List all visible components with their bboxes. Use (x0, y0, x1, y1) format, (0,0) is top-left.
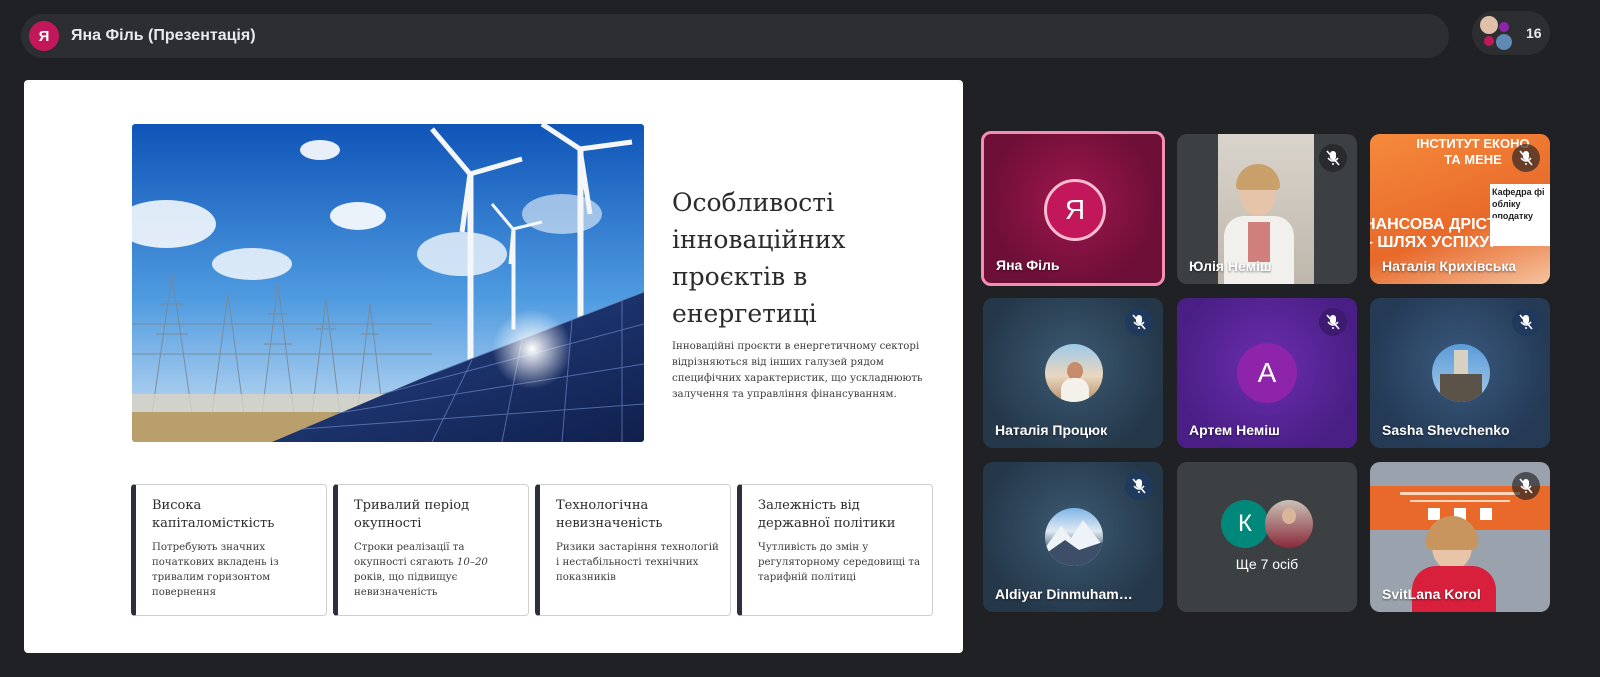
participant-name: Наталія Крихівська (1382, 258, 1517, 274)
card-text: Строки реалізації та окупності сягають 1… (354, 542, 488, 598)
participant-name: Sasha Shevchenko (1382, 422, 1510, 438)
mic-off-icon (1125, 308, 1153, 336)
mic-off-icon (1125, 472, 1153, 500)
slide-title: Особливості інноваційних проєктів в енер… (672, 188, 846, 328)
avatar: А (1237, 343, 1297, 403)
participant-tile-aldiyar[interactable]: Aldiyar Dinmuhammed (983, 462, 1163, 612)
presentation-bar: Я Яна Філь (Презентація) (21, 14, 1449, 58)
avatar (1432, 344, 1490, 402)
participant-tile-svitlana[interactable]: SvitLana Korol (1370, 462, 1550, 612)
participant-count: 16 (1526, 25, 1542, 41)
participant-tile-artem[interactable]: А Артем Неміш (1177, 298, 1357, 448)
card-heading: Технологічна невизначеність (556, 498, 663, 531)
participant-name: SvitLana Korol (1382, 586, 1481, 602)
slide-subtitle: Інноваційні проєкти в енергетичному сект… (672, 341, 923, 400)
card-text: Ризики застаріння технологій і нестабіль… (556, 542, 719, 583)
mic-off-icon (1512, 144, 1540, 172)
avatar: К (1221, 500, 1269, 548)
mic-off-icon (1512, 308, 1540, 336)
feature-cards: Висока капіталомісткість Потребують знач… (131, 484, 933, 616)
participant-name: Яна Філь (996, 257, 1060, 273)
participant-tile-yana[interactable]: Я Яна Філь (981, 131, 1165, 286)
card-heading: Висока капіталомісткість (152, 498, 275, 531)
participant-avatars-icon (1480, 16, 1514, 50)
card-policy-dependence: Залежність від державної політики Чутлив… (737, 484, 933, 616)
avatar (1045, 344, 1103, 402)
participant-tile-sasha[interactable]: Sasha Shevchenko (1370, 298, 1550, 448)
avatar (1045, 508, 1103, 566)
avatar: Я (1044, 179, 1106, 241)
energy-image (132, 124, 644, 442)
card-text: Чутливість до змін у регуляторному серед… (758, 542, 921, 583)
card-text: Потребують значних початкових вкладень і… (152, 542, 279, 598)
participant-name: Юлія Неміш (1189, 258, 1272, 274)
participant-name: Наталія Процюк (995, 422, 1108, 438)
mic-off-icon (1512, 472, 1540, 500)
presentation-slide: Особливості інноваційних проєктів в енер… (24, 80, 963, 653)
more-participants-tile[interactable]: К Ще 7 осіб (1177, 462, 1357, 612)
card-capital-intensity: Висока капіталомісткість Потребують знач… (131, 484, 327, 616)
mic-off-icon (1319, 308, 1347, 336)
participant-tile-nataliia-p[interactable]: Наталія Процюк (983, 298, 1163, 448)
participants-button[interactable]: 16 (1472, 11, 1550, 55)
participant-tile-yulia[interactable]: Юлія Неміш (1177, 134, 1357, 284)
card-tech-uncertainty: Технологічна невизначеність Ризики заста… (535, 484, 731, 616)
card-heading: Залежність від державної політики (758, 498, 896, 531)
card-payback-period: Тривалий період окупності Строки реаліза… (333, 484, 529, 616)
participant-tile-nataliia-k[interactable]: ІНСТИТУТ ЕКОНО ТА МЕНЕ Кафедра фі обліку… (1370, 134, 1550, 284)
participant-name: Артем Неміш (1189, 422, 1280, 438)
avatar (1265, 500, 1313, 548)
mic-off-icon (1319, 144, 1347, 172)
banner-big-text: НАНСОВА ДРІСТЬ – ШЛЯХ УСПІХУ! (1370, 216, 1508, 251)
presenter-avatar: Я (29, 21, 59, 51)
card-heading: Тривалий період окупності (354, 498, 470, 531)
more-participants-label: Ще 7 осіб (1235, 556, 1299, 572)
presentation-title: Яна Філь (Презентація) (71, 27, 256, 44)
participant-name: Aldiyar Dinmuhammed (995, 586, 1145, 602)
